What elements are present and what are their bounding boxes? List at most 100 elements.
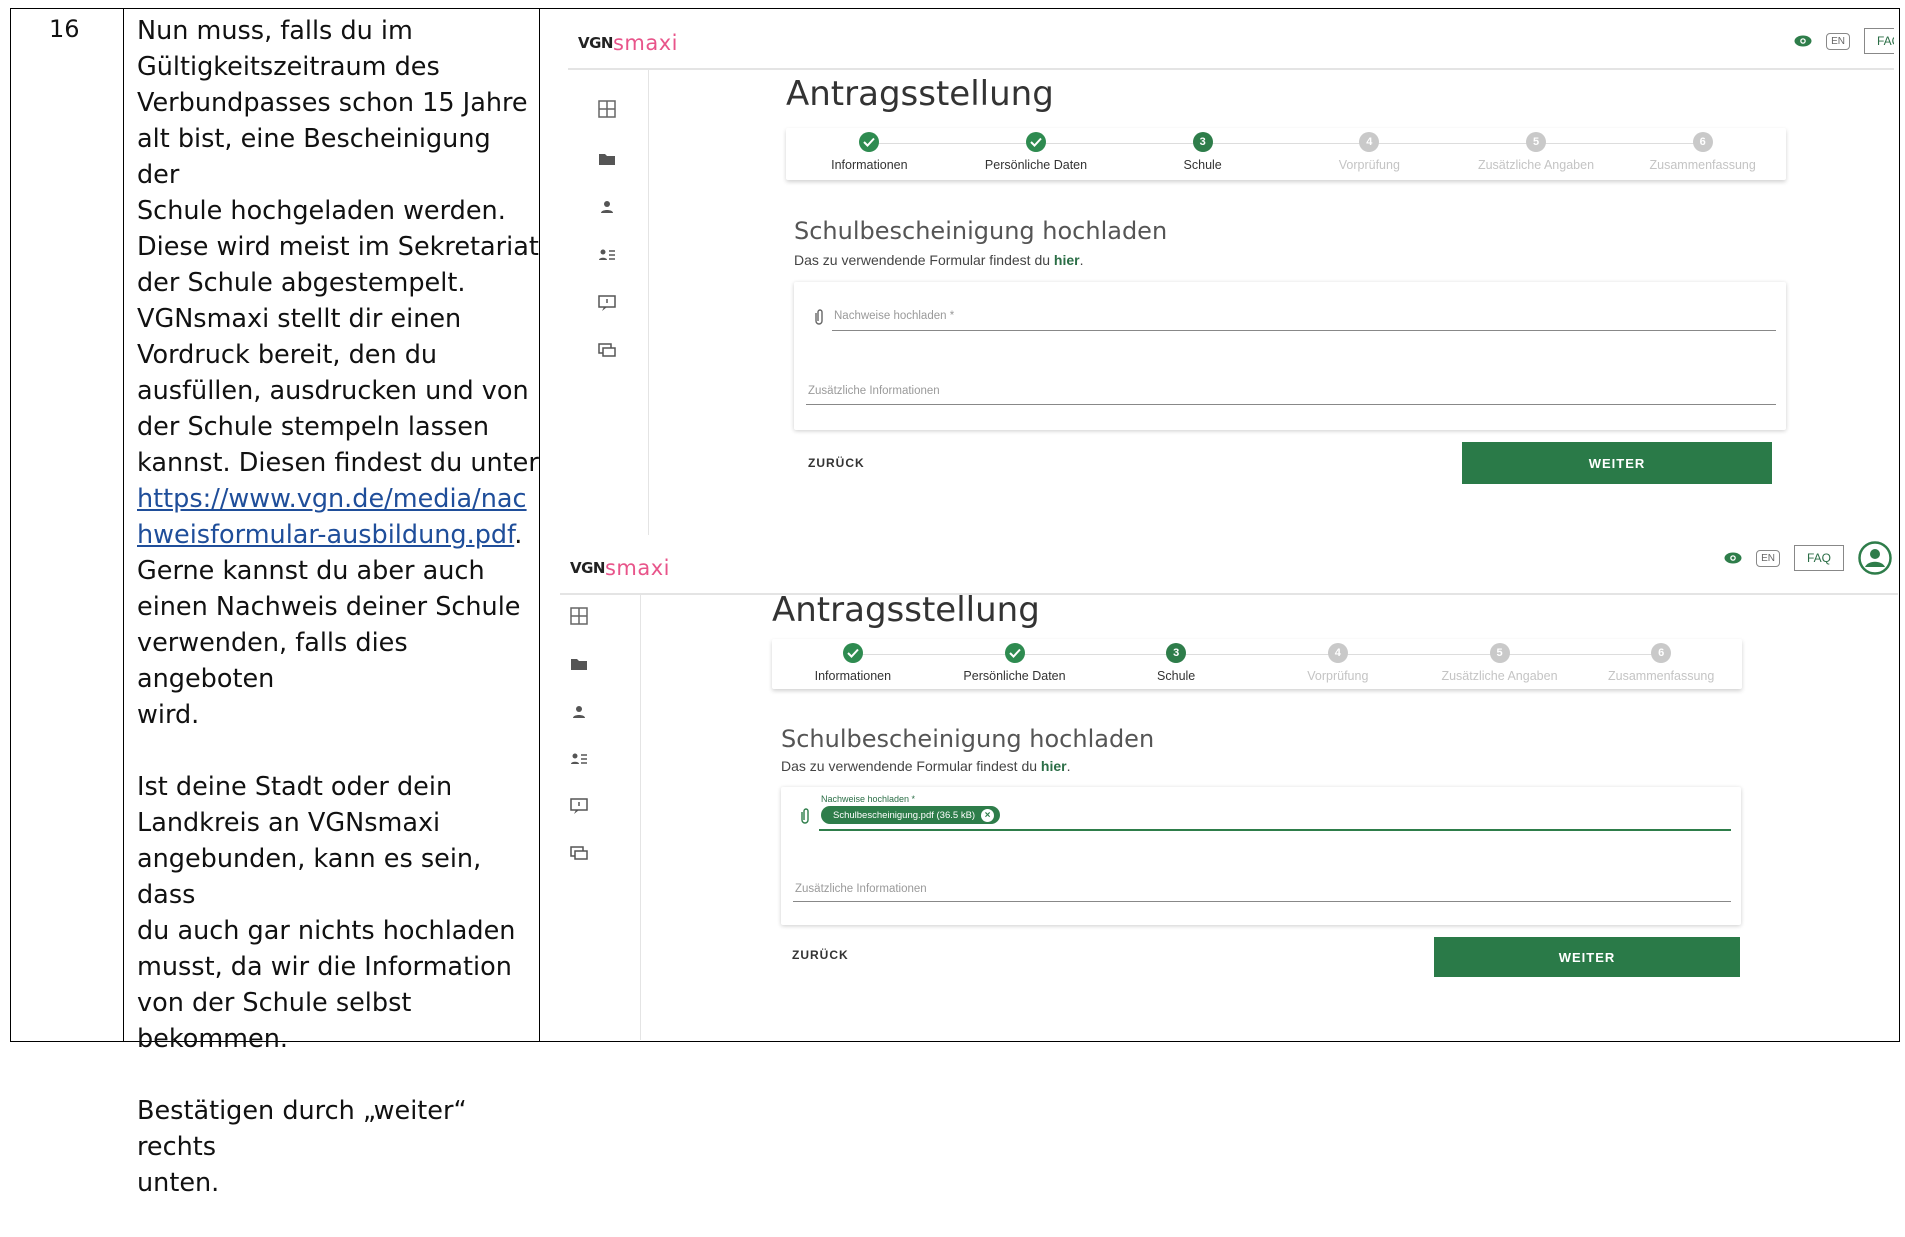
step-label: Schule (1157, 669, 1196, 683)
step-4: 4 Vorprüfung (1284, 128, 1454, 172)
step-label: Informationen (814, 669, 892, 683)
form-link[interactable]: https://www.vgn.de/media/nachweisformula… (137, 484, 527, 550)
instruction-line: du auch gar nichts hochladen (137, 916, 516, 946)
instruction-line: Schule hochgeladen werden. (137, 196, 506, 226)
step-label: Schule (1183, 158, 1222, 172)
step-label: Zusammenfassung (1608, 669, 1715, 683)
check-icon (859, 132, 880, 152)
step-2: Persönliche Daten (951, 128, 1121, 172)
instruction-line: Bestätigen durch „weiter“ rechts (137, 1096, 467, 1162)
chat-icon[interactable] (570, 845, 588, 863)
instruction-line: angebunden, kann es sein, dass (137, 844, 482, 910)
vgn-smaxi-logo[interactable]: VGNsmaxi (570, 555, 670, 581)
vgn-smaxi-logo[interactable]: VGNsmaxi (578, 30, 678, 56)
screenshot-upload-filled: VGNsmaxi EN FAQ Antragsstellung Informat… (560, 535, 1898, 1040)
person-list-icon[interactable] (598, 246, 616, 264)
paperclip-icon (815, 309, 823, 325)
step-label: Vorprüfung (1338, 158, 1400, 172)
step-number-badge: 4 (1359, 132, 1380, 152)
instruction-line: einen Nachweis deiner Schule (137, 592, 521, 622)
sidebar (568, 70, 649, 545)
eye-icon[interactable] (1794, 35, 1812, 47)
paperclip-icon (801, 808, 809, 824)
instruction-line: Diese wird meist im Sekretariat (137, 232, 539, 262)
remove-file-icon[interactable]: × (981, 808, 995, 822)
folder-icon[interactable] (570, 655, 588, 673)
instruction-line: von der Schule selbst (137, 988, 412, 1018)
instruction-text: Nun muss, falls du im Gültigkeitszeitraum… (137, 16, 539, 1198)
instruction-line: Vordruck bereit, den du (137, 340, 438, 370)
upload-card: Nachweise hochladen * Zusätzliche Inform… (794, 282, 1786, 430)
check-icon (1004, 643, 1025, 663)
person-icon[interactable] (598, 198, 616, 216)
section-title: Schulbescheinigung hochladen (781, 725, 1155, 753)
instruction-line: Ist deine Stadt oder dein (137, 772, 453, 802)
step-1: Informationen (784, 128, 954, 172)
step-3: 3 Schule (1091, 639, 1261, 683)
step-label: Informationen (831, 158, 908, 172)
upload-field-label: Nachweise hochladen * (821, 794, 916, 804)
step-number-badge: 4 (1327, 643, 1348, 663)
account-avatar-icon[interactable] (1858, 541, 1892, 575)
faq-button[interactable]: FAQ (1793, 545, 1844, 571)
section-subtitle: Das zu verwendende Formular findest du h… (781, 758, 1071, 774)
page-title: Antragsstellung (772, 590, 1040, 630)
instruction-line: Verbundpasses schon 15 Jahre (137, 88, 528, 118)
person-list-icon[interactable] (570, 750, 588, 768)
additional-info-field[interactable]: Zusätzliche Informationen (808, 385, 940, 397)
language-button[interactable]: EN (1756, 549, 1780, 567)
instruction-line: Landkreis an VGNsmaxi (137, 808, 441, 838)
chat-icon[interactable] (598, 342, 616, 360)
sidebar (560, 595, 641, 1040)
person-icon[interactable] (570, 703, 588, 721)
back-button[interactable]: ZURÜCK (808, 456, 865, 470)
feedback-icon[interactable] (598, 294, 616, 312)
step-label: Zusätzliche Angaben (1477, 158, 1595, 172)
step-number-badge: 6 (1651, 643, 1672, 663)
dashboard-icon[interactable] (570, 607, 588, 625)
folder-icon[interactable] (598, 150, 616, 168)
instruction-line: ausfüllen, ausdrucken und von (137, 376, 529, 406)
step-label: Persönliche Daten (963, 669, 1066, 683)
step-4: 4 Vorprüfung (1253, 639, 1423, 683)
step-6: 6 Zusammenfassung (1618, 128, 1788, 172)
step-label: Zusammenfassung (1649, 158, 1756, 172)
next-button[interactable]: WEITER (1434, 937, 1740, 977)
instruction-line: der Schule stempeln lassen (137, 412, 490, 442)
step-3: 3 Schule (1118, 128, 1288, 172)
top-bar: VGNsmaxi EN FAQ (560, 535, 1898, 595)
section-subtitle: Das zu verwendende Formular findest du h… (794, 252, 1084, 268)
uploaded-file-chip[interactable]: Schulbescheinigung.pdf (36.5 kB) × (821, 806, 1001, 824)
screenshot-upload-empty: VGNsmaxi EN FAQ Antragsstellung Informat… (568, 10, 1894, 545)
instruction-line: musst, da wir die Information (137, 952, 512, 982)
section-title: Schulbescheinigung hochladen (794, 217, 1168, 245)
instruction-line: alt bist, eine Bescheinigung der (137, 124, 491, 190)
faq-button[interactable]: FAQ (1863, 28, 1894, 54)
form-link[interactable]: hier (1041, 758, 1067, 774)
language-button[interactable]: EN (1826, 32, 1850, 50)
step-number-badge: 3 (1192, 132, 1213, 152)
step-label: Persönliche Daten (984, 158, 1088, 172)
step-label: Vorprüfung (1307, 669, 1369, 683)
dashboard-icon[interactable] (598, 100, 616, 118)
check-icon (1026, 132, 1046, 152)
next-button[interactable]: WEITER (1462, 442, 1772, 484)
form-link[interactable]: hier (1054, 252, 1080, 268)
step-2: Persönliche Daten (930, 639, 1100, 683)
upload-field[interactable]: Nachweise hochladen * (834, 310, 954, 322)
instruction-line: unten. (137, 1168, 220, 1198)
instruction-line: Gültigkeitszeitraum des (137, 52, 440, 82)
instruction-line: VGNsmaxi stellt dir einen (137, 304, 462, 334)
step-number-badge: 3 (1166, 643, 1187, 663)
additional-info-field[interactable]: Zusätzliche Informationen (795, 883, 927, 895)
back-button[interactable]: ZURÜCK (792, 948, 849, 962)
instruction-line: Nun muss, falls du im (137, 16, 413, 46)
page-title: Antragsstellung (786, 74, 1054, 114)
progress-stepper: Informationen Persönliche Daten 3 Schule 4 Vo… (772, 639, 1742, 689)
feedback-icon[interactable] (570, 797, 588, 815)
top-bar: VGNsmaxi EN FAQ (568, 10, 1894, 70)
instruction-line: Gerne kannst du aber auch (137, 556, 485, 586)
eye-icon[interactable] (1724, 552, 1742, 564)
step-5: 5 Zusätzliche Angaben (1415, 639, 1585, 683)
instruction-line: bekommen. (137, 1024, 288, 1054)
